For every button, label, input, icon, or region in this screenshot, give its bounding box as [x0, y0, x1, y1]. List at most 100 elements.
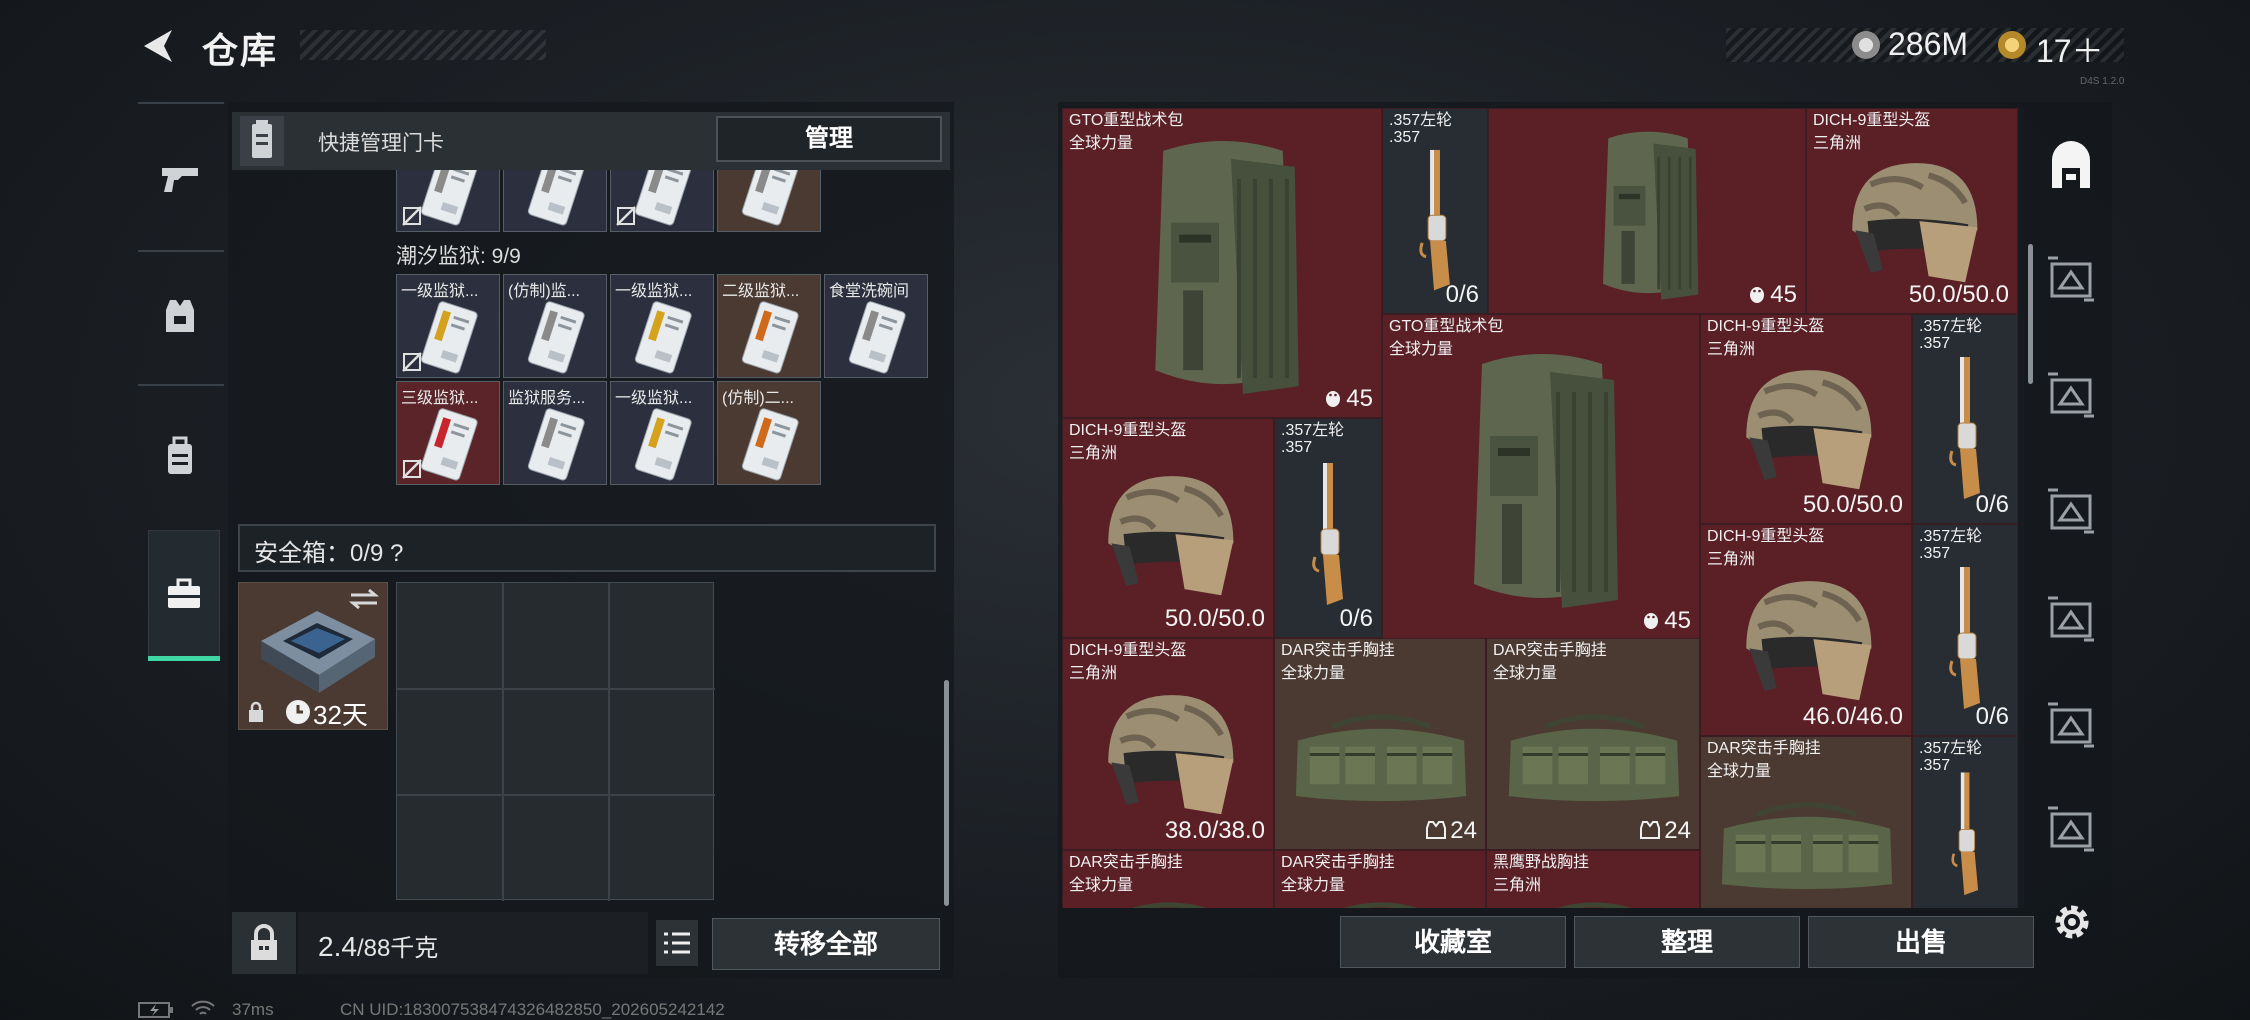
safebox-slot-grid[interactable] [396, 582, 715, 901]
stash-item-helmet[interactable]: DICH-9重型头盔 三角洲 46.0/46.0 [1700, 524, 1912, 736]
stash-item-gun[interactable]: .357左轮 .357 0/6 [1382, 108, 1488, 314]
settings-gear-icon[interactable] [2050, 900, 2094, 944]
stash-item-gun[interactable]: .357左轮 .357 0/6 [1912, 524, 2018, 736]
item-stat-value: 50.0/50.0 [1164, 605, 1265, 632]
sort-button[interactable]: 整理 [1574, 916, 1800, 968]
coin-icon [1852, 31, 1880, 59]
title-stripe-decoration [300, 30, 546, 60]
ticket-icon [1998, 31, 2026, 59]
item-stat: 38.0/38.0 [1165, 817, 1265, 845]
stash-item-helmet[interactable]: DICH-9重型头盔 三角洲 38.0/38.0 [1062, 638, 1274, 850]
ping-label: 37ms [232, 1000, 274, 1019]
stash-item-gun[interactable]: .357左轮 .357 0/6 [1912, 314, 2018, 524]
keycard-slot[interactable]: (仿制)监... [503, 274, 607, 378]
keycard-slot[interactable]: 三级监狱... [396, 381, 500, 485]
keycard-slot[interactable]: 食堂洗碗间 [824, 274, 928, 378]
stash-item-gun[interactable]: .357左轮 .357 0/6 [1274, 418, 1382, 638]
stash-item-rig[interactable]: DAR突击手胸挂 全球力量 [1700, 736, 1912, 908]
back-arrow-icon[interactable] [138, 26, 178, 66]
stash-item-rig[interactable]: 黑鹰野战胸挂 三角洲 [1486, 850, 1700, 908]
keycard-grid: 一级监狱... (仿制)监... 一级监狱... 二级监狱... 食堂洗碗间 三级监狱..… [396, 274, 930, 488]
carry-weight-max: /88千克 [356, 935, 439, 962]
item-stat-value: 24 [1664, 817, 1691, 844]
tab-divider [138, 384, 224, 386]
keycard-slot[interactable]: 一级监狱... [610, 274, 714, 378]
item-name: DAR突击手胸挂 [1069, 854, 1183, 871]
item-stat-value: 45 [1346, 385, 1373, 412]
item-stat: 50.0/50.0 [1803, 491, 1903, 519]
list-view-button[interactable] [656, 920, 698, 966]
item-stat: 45 [1748, 281, 1797, 309]
manage-button[interactable]: 管理 [716, 116, 942, 162]
item-subtitle: 三角洲 [1707, 341, 1756, 358]
item-name: DICH-9重型头盔 [1069, 642, 1187, 659]
backpack-icon[interactable] [160, 436, 200, 476]
item-name: DAR突击手胸挂 [1281, 642, 1395, 659]
sell-button[interactable]: 出售 [1808, 916, 2034, 968]
item-subtitle: 全球力量 [1069, 877, 1134, 894]
collection-room-button[interactable]: 收藏室 [1340, 916, 1566, 968]
category-tier-v-icon[interactable] [2044, 592, 2098, 646]
category-armor-1-icon[interactable] [2044, 252, 2098, 306]
item-subtitle: .357 [1919, 545, 1951, 562]
version-label: D4S 1.2.0 [2080, 76, 2125, 87]
keycard-slot[interactable]: 二级监狱... [717, 274, 821, 378]
warehouse-all-icon[interactable] [2044, 140, 2098, 194]
keycard-slot[interactable]: (仿制)二... [717, 381, 821, 485]
keycard-label: 一级监狱... [615, 390, 693, 407]
coin-balance: 286M [1888, 26, 1969, 62]
item-subtitle: 三角洲 [1069, 665, 1118, 682]
stash-item-rig[interactable]: DAR突击手胸挂 全球力量 [1274, 850, 1486, 908]
item-subtitle: 三角洲 [1707, 551, 1756, 568]
safebox-capacity-label[interactable]: 安全箱：0/9 ? [254, 533, 403, 568]
stash-item-bag[interactable]: GTO重型战术包 全球力量 45 [1382, 314, 1700, 640]
item-subtitle: 三角洲 [1069, 445, 1118, 462]
transfer-all-button[interactable]: 转移全部 [712, 918, 940, 970]
item-subtitle: 全球力量 [1493, 665, 1558, 682]
keycard-slot[interactable]: 监狱服务... [503, 381, 607, 485]
tab-divider [138, 102, 224, 104]
safebox-item[interactable]: 32天 [238, 582, 388, 730]
stash-item-helmet[interactable]: DICH-9重型头盔 三角洲 50.0/50.0 [1700, 314, 1912, 524]
stash-item-rig[interactable]: DAR突击手胸挂 全球力量 [1062, 850, 1274, 908]
item-subtitle: .357 [1281, 439, 1313, 456]
ticket-balance[interactable]: 17＋ [2036, 26, 2104, 72]
clock-icon [285, 699, 311, 725]
item-subtitle: 全球力量 [1281, 877, 1346, 894]
item-stat: 0/6 [1340, 605, 1373, 633]
stash-item-helmet[interactable]: DICH-9重型头盔 三角洲 50.0/50.0 [1062, 418, 1274, 638]
stash-item-rig[interactable]: DAR突击手胸挂 全球力量 24 [1274, 638, 1486, 850]
left-scrollbar[interactable] [944, 680, 949, 906]
keycard-label: (仿制)监... [508, 283, 580, 300]
right-scrollbar[interactable] [2028, 244, 2033, 384]
pistol-icon[interactable] [160, 158, 200, 198]
item-subtitle: .357 [1919, 757, 1951, 774]
item-name: .357左轮 [1919, 740, 1983, 757]
vest-icon[interactable] [160, 296, 200, 336]
category-armor-3-icon[interactable] [2044, 484, 2098, 538]
category-armor-2-icon[interactable] [2044, 368, 2098, 422]
item-subtitle: .357 [1389, 129, 1421, 146]
keycard-slot[interactable]: 一级监狱... [396, 274, 500, 378]
keycard-slot[interactable]: 一级监狱... [610, 381, 714, 485]
item-stat: 24 [1640, 817, 1691, 845]
stash-item-rig[interactable]: DAR突击手胸挂 全球力量 24 [1486, 638, 1700, 850]
stash-item-gun[interactable]: .357左轮 .357 [1912, 736, 2018, 908]
category-tier-iv-icon[interactable] [2044, 698, 2098, 752]
stash-item-helmet[interactable]: DICH-9重型头盔 三角洲 50.0/50.0 [1806, 108, 2018, 314]
keycard-header-icon [240, 116, 284, 166]
swap-icon[interactable] [347, 587, 381, 611]
item-subtitle: 三角洲 [1813, 135, 1862, 152]
item-stat-value: 0/6 [1975, 491, 2009, 518]
stash-item-bag[interactable]: GTO重型战术包 全球力量 45 [1062, 108, 1382, 418]
weight-lock-button[interactable] [232, 912, 296, 974]
item-name: DAR突击手胸挂 [1281, 854, 1395, 871]
item-name: DICH-9重型头盔 [1707, 318, 1825, 335]
keycard-group-title: 潮汐监狱: 9/9 [396, 245, 521, 268]
item-stat: 24 [1426, 817, 1477, 845]
item-subtitle: 全球力量 [1389, 341, 1454, 358]
stash-item-bag[interactable]: 45 [1488, 108, 1806, 314]
item-name: GTO重型战术包 [1389, 318, 1504, 335]
category-tier-iv-alt-icon[interactable] [2044, 802, 2098, 856]
keycard-label: 监狱服务... [508, 390, 586, 407]
